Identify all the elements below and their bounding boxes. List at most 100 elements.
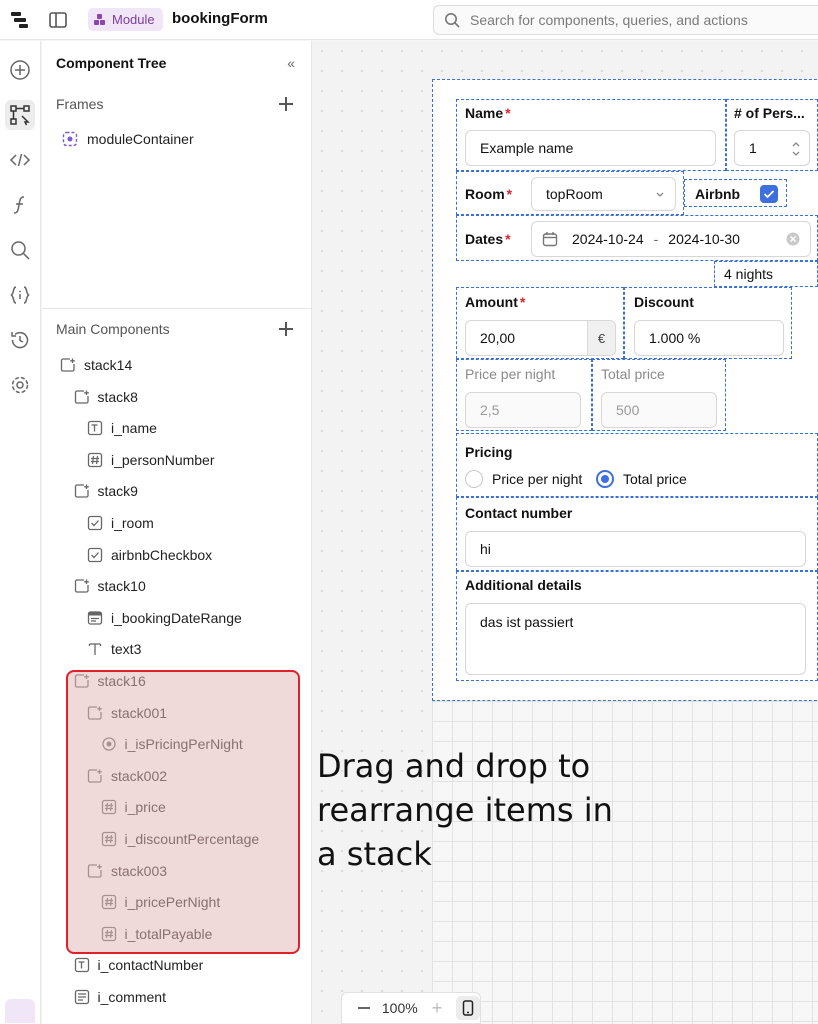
name-label: Name * [465,105,511,121]
text-input-icon [87,420,103,436]
history-icon[interactable] [5,325,35,355]
collapse-panel-icon[interactable]: « [287,55,295,71]
discount-label: Discount [634,294,694,310]
dates-label: Dates * [465,231,511,247]
add-icon[interactable] [5,55,35,85]
panel-toggle-icon[interactable] [48,10,68,30]
tree-node-stack9[interactable]: stack9 [74,481,138,501]
tree-node-i_name[interactable]: i_name [87,418,157,438]
tree-node-label: i_totalPayable [124,925,213,942]
component-tree-icon[interactable] [5,100,35,130]
tree-node-airbnbCheckbox[interactable]: airbnbCheckbox [87,545,212,565]
number-input-icon [87,452,103,468]
tree-node-label: i_discountPercentage [124,831,260,847]
tree-node-stack002[interactable]: stack002 [87,766,167,786]
stack-icon [74,673,90,689]
persons-stepper[interactable]: 1 [734,130,810,166]
tree-node-label: text3 [111,641,142,658]
tree-node-stack8[interactable]: stack8 [74,387,138,407]
tree-node-i_price[interactable]: i_price [101,797,166,817]
search-input[interactable]: Search for components, queries, and acti… [433,5,818,35]
component-tree-panel: Component Tree « Frames moduleContainer … [42,41,312,1024]
name-input[interactable]: Example name [465,130,716,166]
tree-node-label: i_room [111,515,154,531]
stack-icon [87,768,103,784]
tree-node-i_contactNumber[interactable]: i_contactNumber [74,955,203,975]
zoom-in-button[interactable]: + [432,998,443,1019]
amount-label: Amount * [465,294,526,310]
total-label: Total price [601,366,665,382]
ppn-value: 2,5 [480,402,500,418]
details-textarea[interactable]: das ist passiert [465,603,806,675]
app-title[interactable]: bookingForm [172,10,268,27]
drag-drop-caption: Drag and drop to rearrange items in a st… [317,744,617,876]
tree-node-i_pricePerNight[interactable]: i_pricePerNight [101,892,221,912]
pricing-radio-total[interactable] [596,470,614,488]
tree-node-i_personNumber[interactable]: i_personNumber [87,450,215,470]
zoom-out-button[interactable] [358,1007,370,1009]
state-icon[interactable] [5,280,35,310]
tree-node-stack14[interactable]: stack14 [60,355,132,375]
stack-icon [74,389,90,405]
stack-icon [87,863,103,879]
room-select-value: topRoom [546,186,603,202]
tree-node-label: i_isPricingPerNight [124,736,243,753]
stack-icon [60,357,76,373]
contact-label: Contact number [465,505,573,521]
total-input: 500 [601,392,717,428]
function-icon[interactable] [5,190,35,220]
add-frame-button[interactable] [279,97,293,111]
textarea-icon [74,989,90,1005]
tree-node-label: stack16 [97,673,146,689]
tree-node-stack10[interactable]: stack10 [74,576,146,596]
stack-icon [74,578,90,594]
discount-input[interactable]: 1.000 % [634,320,784,356]
tree-node-label: stack003 [111,862,168,879]
amount-input[interactable]: 20,00 € [465,320,616,356]
add-component-button[interactable] [279,322,293,336]
clear-icon[interactable] [786,232,800,246]
tree-node-i_comment[interactable]: i_comment [74,987,166,1007]
module-badge-label: Module [112,12,155,27]
text-icon [87,641,103,657]
tree-node-i_room[interactable]: i_room [87,513,154,533]
tree-node-label: i_price [124,799,166,816]
pricing-radio-per-night[interactable] [465,470,483,488]
frame-item-modulecontainer[interactable]: moduleContainer [62,131,194,147]
airbnb-checkbox[interactable] [760,185,778,203]
tree-node-i_isPricingPerNight[interactable]: i_isPricingPerNight [101,734,243,754]
tree-node-stack003[interactable]: stack003 [87,861,167,881]
pricing-option-total[interactable]: Total price [623,471,687,487]
module-icon [94,13,106,26]
search-placeholder: Search for components, queries, and acti… [470,12,748,28]
name-input-value: Example name [480,140,574,156]
ppn-label: Price per night [465,366,556,382]
date-range-input[interactable]: 2024-10-24 - 2024-10-30 [531,221,811,257]
code-icon[interactable] [5,145,35,175]
settings-icon[interactable] [5,370,35,400]
module-switch-icon[interactable] [5,999,35,1023]
tree-node-i_bookingDateRange[interactable]: i_bookingDateRange [87,608,242,628]
stepper-arrows-icon[interactable] [791,140,801,158]
pricing-option-per-night[interactable]: Price per night [492,471,582,487]
editor-canvas[interactable]: Name * Example name # of Pers... 1 Room * … [312,41,818,1024]
number-input-icon [101,926,117,942]
tree-node-i_totalPayable[interactable]: i_totalPayable [101,924,213,944]
contact-input[interactable]: hi [465,531,806,567]
tree-node-i_discountPercentage[interactable]: i_discountPercentage [101,829,260,849]
retool-logo-icon[interactable] [10,10,30,30]
frame-item-label: moduleContainer [87,131,194,147]
tree-node-text3[interactable]: text3 [87,639,141,659]
tree-node-label: i_comment [97,989,166,1005]
date-end[interactable]: 2024-10-30 [668,231,740,247]
tree-node-stack001[interactable]: stack001 [87,703,167,723]
checkbox-icon [87,547,103,563]
tree-node-label: i_pricePerNight [124,894,221,911]
caption-line-1: Drag and drop to [317,747,591,785]
mobile-preview-button[interactable] [456,996,480,1020]
tree-node-label: i_bookingDateRange [111,609,242,626]
date-start[interactable]: 2024-10-24 [572,231,644,247]
room-select[interactable]: topRoom [531,177,676,211]
search-icon[interactable] [5,235,35,265]
tree-node-stack16[interactable]: stack16 [74,671,146,691]
